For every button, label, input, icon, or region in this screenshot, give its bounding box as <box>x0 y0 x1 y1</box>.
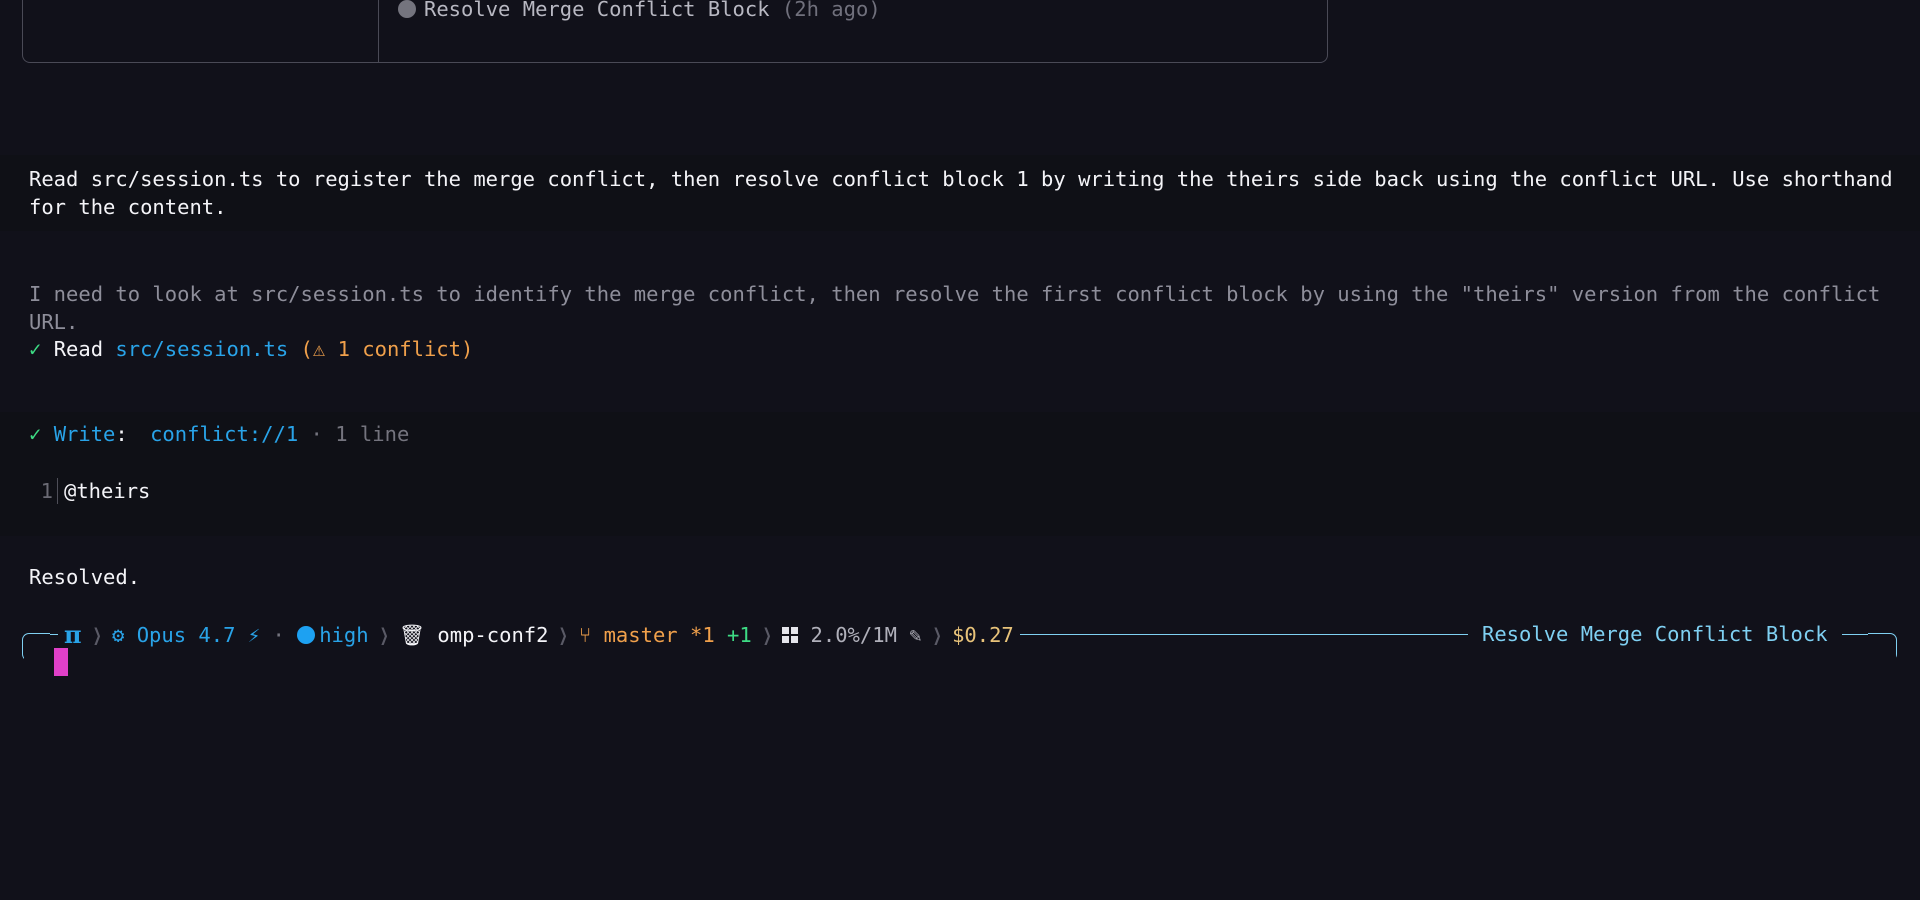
chevron-separator-icon: ❯ <box>379 621 389 649</box>
git-branch: master <box>603 623 678 647</box>
thinking-level[interactable]: high <box>319 623 368 647</box>
chevron-separator-icon: ❯ <box>559 621 569 649</box>
write-tool-header: ✓ Write: conflict://1 · 1 line <box>29 420 409 448</box>
chevron-separator-icon: ❯ <box>932 621 942 649</box>
frame-mask-right <box>1866 647 1896 663</box>
line-number: 1 <box>40 479 53 503</box>
windows-icon <box>782 627 799 643</box>
session-status-icon <box>398 0 416 18</box>
write-tool-verb: Write <box>53 422 116 446</box>
conflict-warning: (⚠ 1 conflict) <box>300 337 474 361</box>
chevron-separator-icon: ❯ <box>762 621 772 649</box>
git-modified: *1 <box>690 623 715 647</box>
magic-wand-icon: ✎ <box>909 623 922 647</box>
trash-icon: 🗑 <box>399 623 426 647</box>
code-line: 1 @theirs <box>29 477 150 505</box>
read-tool-path[interactable]: src/session.ts <box>115 337 288 361</box>
write-tool-meta: · 1 line <box>310 422 410 446</box>
write-tool-target[interactable]: conflict://1 <box>150 422 298 446</box>
read-tool-verb: Read <box>53 337 104 361</box>
user-message: Read src/session.ts to register the merg… <box>29 167 1893 219</box>
project-name: omp-conf2 <box>437 623 549 647</box>
assistant-thinking: I need to look at src/session.ts to iden… <box>29 282 1881 334</box>
pi-logo: π <box>64 620 82 649</box>
read-tool-result: ✓ Read src/session.ts (⚠ 1 conflict) <box>29 335 473 363</box>
session-title: Resolve Merge Conflict Block <box>1468 620 1842 648</box>
session-list-item[interactable]: Resolve Merge Conflict Block (2h ago) <box>398 0 881 23</box>
status-bar: π ❯ ⚙ Opus 4.7 ⚡ · high ❯ 🗑 omp-conf2 ❯ ⑂ mast… <box>58 620 1020 649</box>
frame-mask-left <box>24 647 54 663</box>
git-branch-icon: ⑂ <box>578 623 592 647</box>
line-content: @theirs <box>64 479 151 503</box>
input-cursor[interactable] <box>54 648 68 676</box>
git-ahead: +1 <box>727 623 752 647</box>
check-icon: ✓ <box>29 422 42 446</box>
dot-separator: · <box>272 623 285 647</box>
gutter-divider <box>57 478 58 504</box>
model-name[interactable]: Opus 4.7 <box>137 623 236 647</box>
check-icon: ✓ <box>29 337 42 361</box>
session-picker-divider <box>378 0 379 63</box>
lightning-icon: ⚡ <box>247 623 261 647</box>
session-item-age: (2h ago) <box>781 0 881 21</box>
assistant-final-message: Resolved. <box>29 565 141 589</box>
session-cost: $0.27 <box>952 623 1014 647</box>
session-item-name: Resolve Merge Conflict Block <box>424 0 770 21</box>
context-usage: 2.0%/1M <box>810 623 897 647</box>
cpu-icon: ⚙ <box>112 623 125 647</box>
write-tool-colon: : <box>115 422 128 446</box>
thinking-level-icon <box>297 626 316 644</box>
chevron-separator-icon: ❯ <box>92 621 102 649</box>
